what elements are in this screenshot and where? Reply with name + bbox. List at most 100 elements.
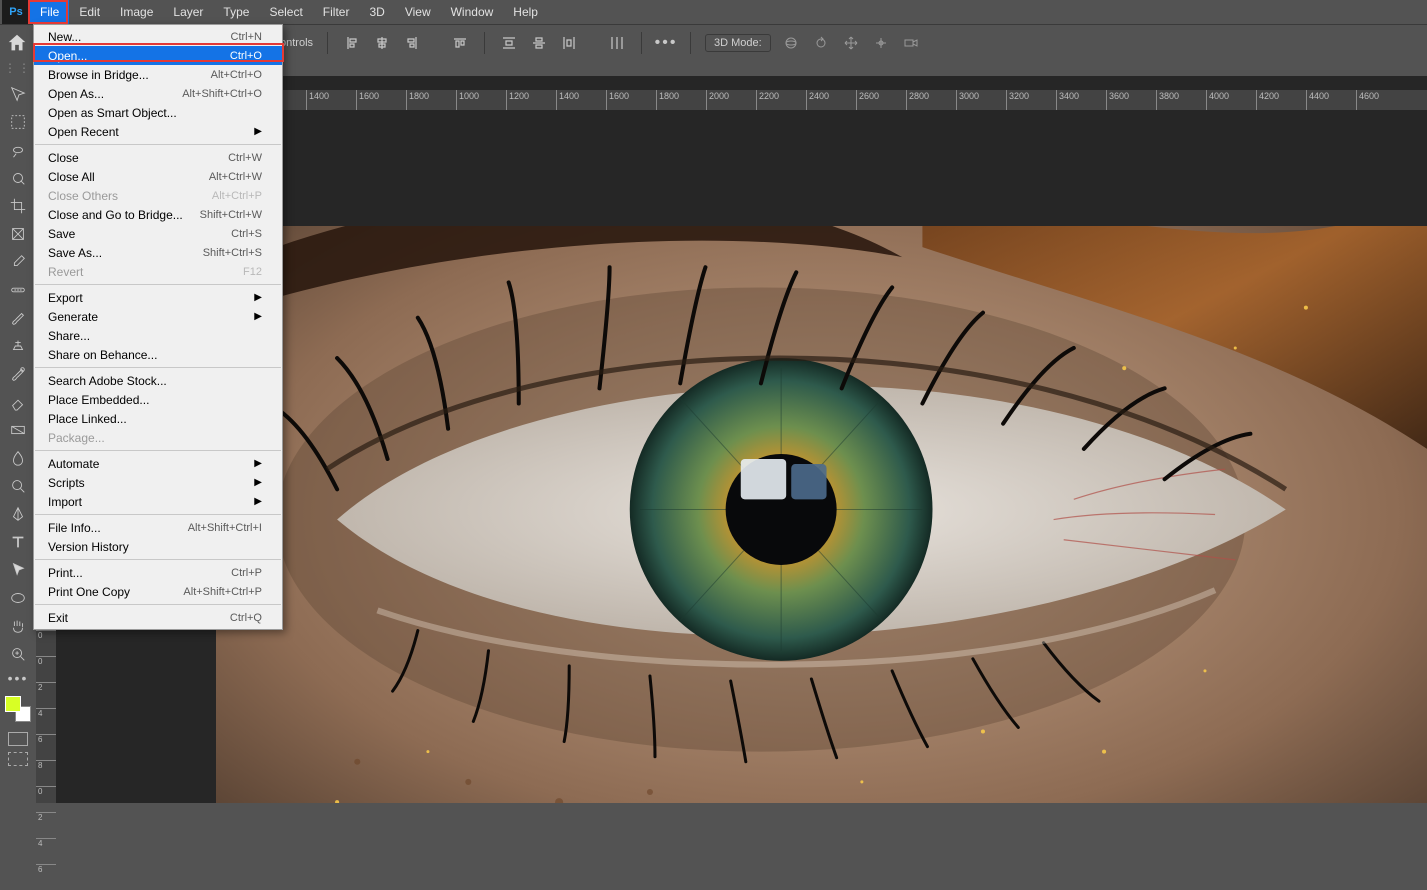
menu-separator [35,144,281,145]
3d-orbit-icon[interactable] [781,33,801,53]
home-icon[interactable] [6,32,28,54]
menuitem-search-adobe-stock[interactable]: Search Adobe Stock... [34,371,282,390]
menuitem-print-one-copy[interactable]: Print One CopyAlt+Shift+Ctrl+P [34,582,282,601]
menuitem-version-history[interactable]: Version History [34,537,282,556]
menuitem-place-linked[interactable]: Place Linked... [34,409,282,428]
ruler-tick-label: 1400 [309,91,329,101]
dodge-tool[interactable] [5,474,31,498]
menuitem-label: Print... [48,566,83,580]
healing-brush-tool[interactable] [5,278,31,302]
3d-roll-icon[interactable] [811,33,831,53]
quickmask-mode-icon[interactable] [8,752,28,766]
document-canvas[interactable] [216,226,1427,803]
3d-camera-icon[interactable] [901,33,921,53]
ruler-tick: 2 [36,682,56,708]
menuitem-scripts[interactable]: Scripts▶ [34,473,282,492]
menu-view[interactable]: View [395,0,441,24]
ruler-tick-label: 3800 [1159,91,1179,101]
menuitem-save[interactable]: SaveCtrl+S [34,224,282,243]
menuitem-open-as[interactable]: Open As...Alt+Shift+Ctrl+O [34,84,282,103]
3d-pan-icon[interactable] [841,33,861,53]
menuitem-share[interactable]: Share... [34,326,282,345]
menu-window[interactable]: Window [441,0,504,24]
eraser-tool[interactable] [5,390,31,414]
menuitem-open-as-smart-object[interactable]: Open as Smart Object... [34,103,282,122]
eyedropper-tool[interactable] [5,250,31,274]
ruler-tick: 1800 [406,90,456,110]
type-tool[interactable] [5,530,31,554]
align-center-h-icon[interactable] [372,33,392,53]
menuitem-browse-in-bridge[interactable]: Browse in Bridge...Alt+Ctrl+O [34,65,282,84]
menuitem-place-embedded[interactable]: Place Embedded... [34,390,282,409]
menu-filter[interactable]: Filter [313,0,360,24]
menuitem-file-info[interactable]: File Info...Alt+Shift+Ctrl+I [34,518,282,537]
blur-tool[interactable] [5,446,31,470]
move-tool[interactable] [5,82,31,106]
menuitem-label: New... [48,30,81,44]
menuitem-save-as[interactable]: Save As...Shift+Ctrl+S [34,243,282,262]
app-logo: Ps [2,0,30,24]
menuitem-open[interactable]: Open...Ctrl+O [34,46,282,65]
menuitem-export[interactable]: Export▶ [34,288,282,307]
menuitem-new[interactable]: New...Ctrl+N [34,27,282,46]
color-swatches[interactable] [5,696,31,722]
menuitem-label: Package... [48,431,105,445]
menuitem-label: Search Adobe Stock... [48,374,167,388]
grab-handle-icon[interactable]: ⋮⋮ [4,61,32,75]
quick-select-tool[interactable] [5,166,31,190]
clone-stamp-tool[interactable] [5,334,31,358]
align-left-icon[interactable] [342,33,362,53]
menuitem-open-recent[interactable]: Open Recent▶ [34,122,282,141]
ruler-tick: 1400 [306,90,356,110]
menu-edit[interactable]: Edit [69,0,110,24]
pen-tool[interactable] [5,502,31,526]
crop-tool[interactable] [5,194,31,218]
menuitem-close-all[interactable]: Close AllAlt+Ctrl+W [34,167,282,186]
zoom-tool[interactable] [5,642,31,666]
menuitem-shortcut: Ctrl+P [231,567,262,579]
menuitem-print[interactable]: Print... Ctrl+P [34,563,282,582]
menuitem-share-on-behance[interactable]: Share on Behance... [34,345,282,364]
menuitem-shortcut: Shift+Ctrl+W [200,209,262,221]
distribute-vcenter-icon[interactable] [529,33,549,53]
path-select-tool[interactable] [5,558,31,582]
edit-toolbar-icon[interactable]: ••• [8,670,29,686]
distribute-bottom-icon[interactable] [559,33,579,53]
submenu-arrow-icon: ▶ [234,458,262,469]
quickmask-toggle[interactable] [8,732,28,766]
standard-mode-icon[interactable] [8,732,28,746]
marquee-tool[interactable] [5,110,31,134]
brush-tool[interactable] [5,306,31,330]
align-top-icon[interactable] [450,33,470,53]
ellipse-tool[interactable] [5,586,31,610]
more-options-icon[interactable]: ••• [656,33,676,53]
foreground-color-swatch[interactable] [5,696,21,712]
menu-3d[interactable]: 3D [359,0,394,24]
history-brush-tool[interactable] [5,362,31,386]
lasso-tool[interactable] [5,138,31,162]
distribute-top-icon[interactable] [499,33,519,53]
gradient-tool[interactable] [5,418,31,442]
menu-file[interactable]: File [30,0,69,24]
menuitem-generate[interactable]: Generate▶ [34,307,282,326]
frame-tool[interactable] [5,222,31,246]
align-right-icon[interactable] [402,33,422,53]
menu-type[interactable]: Type [213,0,259,24]
menu-image[interactable]: Image [110,0,163,24]
menuitem-close-and-go-to-bridge[interactable]: Close and Go to Bridge...Shift+Ctrl+W [34,205,282,224]
3d-slide-icon[interactable] [871,33,891,53]
3d-mode-button[interactable]: 3D Mode: [705,34,771,52]
submenu-arrow-icon: ▶ [234,477,262,488]
menuitem-label: Version History [48,540,129,554]
hand-tool[interactable] [5,614,31,638]
menu-select[interactable]: Select [259,0,312,24]
menuitem-exit[interactable]: ExitCtrl+Q [34,608,282,627]
distribute-spacing-icon[interactable] [607,33,627,53]
separator [690,32,691,54]
menu-help[interactable]: Help [503,0,548,24]
menuitem-automate[interactable]: Automate▶ [34,454,282,473]
menuitem-close[interactable]: CloseCtrl+W [34,148,282,167]
menuitem-import[interactable]: Import▶ [34,492,282,511]
menu-layer[interactable]: Layer [163,0,213,24]
menuitem-shortcut: Ctrl+Q [230,612,262,624]
